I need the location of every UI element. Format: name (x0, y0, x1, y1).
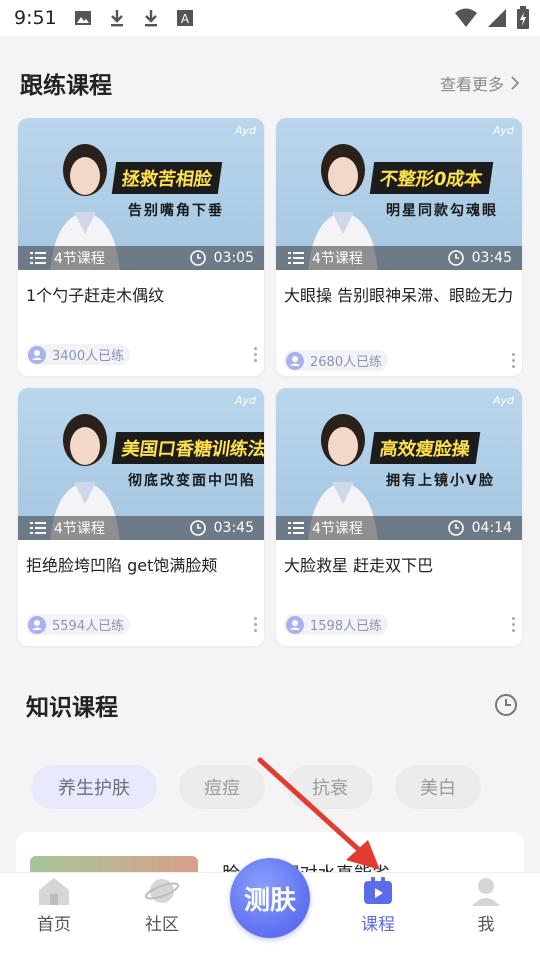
list-icon (288, 252, 304, 264)
nav-community[interactable]: 社区 (117, 873, 207, 953)
course-title: 大脸救星 赶走双下巴 (284, 556, 434, 575)
nav-home[interactable]: 首页 (9, 873, 99, 953)
font-icon: A (176, 10, 193, 26)
nav-courses-label: 课程 (361, 915, 395, 935)
duration: 03:45 (471, 250, 512, 266)
learner-badge: 5594人已练 (26, 614, 131, 635)
battery-icon (517, 6, 529, 29)
user-icon (28, 615, 46, 634)
download-icon (144, 10, 157, 27)
user-icon (286, 351, 304, 370)
course-footer: 1598人已练 (284, 614, 516, 635)
lesson-count: 4节课程 (54, 521, 105, 537)
image-icon (74, 11, 91, 25)
thumb-info-bar: 4节课程 03:45 (18, 516, 264, 540)
svg-text:A: A (181, 12, 190, 26)
user-icon (286, 615, 304, 634)
thumb-info-bar: 4节课程 03:45 (276, 246, 522, 270)
course-title: 1个勺子赶走木偶纹 (26, 286, 165, 305)
banner-headline: 高效瘦脸操 (369, 432, 481, 464)
course-footer: 2680人已练 (284, 350, 516, 371)
more-options-icon[interactable] (254, 617, 258, 632)
chip-health-skincare[interactable]: 养生护肤 (31, 765, 157, 809)
more-options-icon[interactable] (512, 617, 516, 632)
course-footer: 5594人已练 (26, 614, 258, 635)
brand-logo: Ayd (234, 394, 256, 407)
learner-count: 3400人已练 (52, 349, 125, 364)
follow-section-header: 跟练课程 查看更多 (0, 66, 540, 100)
see-more-label: 查看更多 (439, 75, 504, 94)
chip-whitening[interactable]: 美白 (395, 765, 481, 809)
nav-me[interactable]: 我 (441, 873, 531, 953)
clock-icon (189, 250, 206, 266)
learner-badge: 3400人已练 (26, 344, 131, 365)
home-icon (39, 878, 69, 905)
banner-subline: 明星同款勾魂眼 (386, 203, 498, 219)
brand-logo: Ayd (234, 124, 256, 137)
lesson-count: 4节课程 (312, 251, 363, 267)
course-card[interactable]: Ayd 拯救苦相脸 告别嘴角下垂 4节课程 03:05 1个勺子赶走木偶纹 34… (18, 118, 264, 376)
duration: 04:14 (471, 520, 512, 536)
brand-logo: Ayd (492, 124, 514, 137)
course-card[interactable]: Ayd 高效瘦脸操 拥有上镜小V脸 4节课程 04:14 大脸救星 赶走双下巴 … (276, 388, 522, 646)
clock-icon (447, 250, 464, 266)
course-title: 拒绝脸垮凹陷 get饱满脸颊 (26, 556, 218, 575)
duration: 03:45 (213, 520, 254, 536)
status-time: 9:51 (14, 7, 57, 29)
banner-headline: 拯救苦相脸 (111, 162, 223, 194)
course-title: 大眼操 告别眼神呆滞、眼睑无力 (284, 286, 514, 305)
list-icon (30, 522, 46, 534)
course-thumbnail: Ayd 美国口香糖训练法 彻底改变面中凹陷 4节课程 03:45 (18, 388, 264, 540)
clock-icon (189, 520, 206, 536)
knowledge-section-header: 知识课程 (0, 688, 540, 722)
banner-subline: 告别嘴角下垂 (128, 203, 224, 219)
see-more-link[interactable]: 查看更多 (440, 71, 520, 95)
banner-subline: 彻底改变面中凹陷 (128, 473, 256, 489)
nav-home-label: 首页 (37, 915, 71, 935)
wifi-icon (455, 8, 477, 27)
nav-me-label: 我 (477, 915, 495, 935)
course-card[interactable]: Ayd 不整形0成本 明星同款勾魂眼 4节课程 03:45 大眼操 告别眼神呆滞… (276, 118, 522, 376)
nav-courses[interactable]: 课程 (333, 873, 423, 953)
thumb-info-bar: 4节课程 04:14 (276, 516, 522, 540)
banner-subline: 拥有上镜小V脸 (386, 473, 495, 489)
course-footer: 3400人已练 (26, 344, 258, 365)
banner-headline: 美国口香糖训练法 (111, 432, 264, 464)
list-icon (288, 522, 304, 534)
lesson-count: 4节课程 (54, 251, 105, 267)
learner-badge: 1598人已练 (284, 614, 389, 635)
section-title: 跟练课程 (20, 73, 112, 99)
learner-count: 5594人已练 (52, 619, 125, 634)
course-thumbnail: Ayd 不整形0成本 明星同款勾魂眼 4节课程 03:45 (276, 118, 522, 270)
list-icon (30, 252, 46, 264)
nav-community-label: 社区 (145, 915, 179, 935)
user-icon (28, 345, 46, 364)
signal-icon (488, 9, 506, 27)
learner-badge: 2680人已练 (284, 350, 389, 371)
clock-icon (447, 520, 464, 536)
download-icon (110, 10, 123, 27)
learner-count: 2680人已练 (310, 355, 383, 370)
planet-icon (145, 879, 179, 903)
thumb-info-bar: 4节课程 03:05 (18, 246, 264, 270)
clock-icon[interactable] (494, 693, 518, 717)
user-icon (472, 878, 500, 906)
course-card[interactable]: Ayd 美国口香糖训练法 彻底改变面中凹陷 4节课程 03:45 拒绝脸垮凹陷 … (18, 388, 264, 646)
course-thumbnail: Ayd 高效瘦脸操 拥有上镜小V脸 4节课程 04:14 (276, 388, 522, 540)
learner-count: 1598人已练 (310, 619, 383, 634)
status-bar: 9:51 A (0, 0, 540, 36)
lesson-count: 4节课程 (312, 521, 363, 537)
more-options-icon[interactable] (512, 353, 516, 368)
banner-headline: 不整形0成本 (369, 162, 493, 194)
duration: 03:05 (213, 250, 254, 266)
course-thumbnail: Ayd 拯救苦相脸 告别嘴角下垂 4节课程 03:05 (18, 118, 264, 270)
chevron-right-icon (511, 76, 520, 90)
section-title: 知识课程 (26, 695, 118, 721)
annotation-arrow (257, 757, 380, 870)
brand-logo: Ayd (492, 394, 514, 407)
more-options-icon[interactable] (254, 347, 258, 362)
